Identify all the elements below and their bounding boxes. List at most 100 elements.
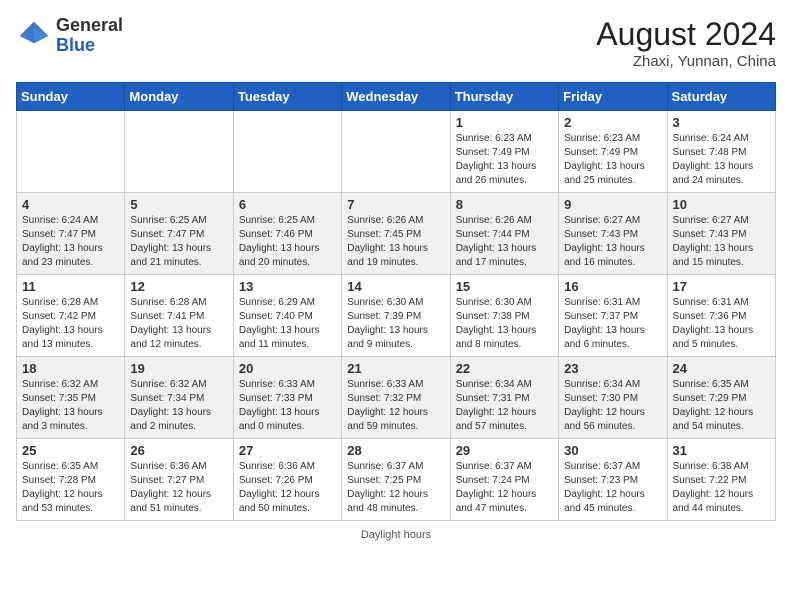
day-info: Sunrise: 6:24 AM Sunset: 7:47 PM Dayligh…	[22, 214, 119, 270]
day-info: Sunrise: 6:33 AM Sunset: 7:33 PM Dayligh…	[239, 378, 336, 434]
calendar-cell: 14 Sunrise: 6:30 AM Sunset: 7:39 PM Dayli…	[342, 275, 450, 357]
day-number: 25	[22, 443, 119, 458]
logo-general: General	[56, 15, 123, 35]
day-number: 5	[130, 197, 227, 212]
logo: General Blue	[16, 16, 123, 56]
day-number: 11	[22, 279, 119, 294]
calendar-cell: 29 Sunrise: 6:37 AM Sunset: 7:24 PM Dayli…	[450, 439, 558, 521]
calendar-cell	[342, 111, 450, 193]
day-number: 30	[564, 443, 661, 458]
calendar-cell: 27 Sunrise: 6:36 AM Sunset: 7:26 PM Dayli…	[233, 439, 341, 521]
day-number: 31	[673, 443, 770, 458]
day-number: 22	[456, 361, 553, 376]
calendar-cell	[17, 111, 125, 193]
day-number: 19	[130, 361, 227, 376]
calendar-cell: 25 Sunrise: 6:35 AM Sunset: 7:28 PM Dayli…	[17, 439, 125, 521]
day-info: Sunrise: 6:38 AM Sunset: 7:22 PM Dayligh…	[673, 460, 770, 516]
calendar-header-row: SundayMondayTuesdayWednesdayThursdayFrid…	[17, 83, 776, 111]
day-info: Sunrise: 6:37 AM Sunset: 7:23 PM Dayligh…	[564, 460, 661, 516]
calendar-cell: 6Sunrise: 6:25 AM Sunset: 7:46 PM Daylig…	[233, 193, 341, 275]
calendar-cell: 1 Sunrise: 6:23 AM Sunset: 7:49 PM Daylig…	[450, 111, 558, 193]
day-info: Sunrise: 6:27 AM Sunset: 7:43 PM Dayligh…	[673, 214, 770, 270]
calendar-cell: 24Sunrise: 6:35 AM Sunset: 7:29 PM Dayli…	[667, 357, 775, 439]
calendar-table: SundayMondayTuesdayWednesdayThursdayFrid…	[16, 82, 776, 521]
calendar-cell: 13Sunrise: 6:29 AM Sunset: 7:40 PM Dayli…	[233, 275, 341, 357]
day-number: 15	[456, 279, 553, 294]
calendar-cell: 7Sunrise: 6:26 AM Sunset: 7:45 PM Daylig…	[342, 193, 450, 275]
day-number: 12	[130, 279, 227, 294]
calendar-week-row: 25 Sunrise: 6:35 AM Sunset: 7:28 PM Dayli…	[17, 439, 776, 521]
day-number: 1	[456, 115, 553, 130]
calendar-cell: 10Sunrise: 6:27 AM Sunset: 7:43 PM Dayli…	[667, 193, 775, 275]
calendar-cell: 20 Sunrise: 6:33 AM Sunset: 7:33 PM Dayli…	[233, 357, 341, 439]
calendar-cell: 9Sunrise: 6:27 AM Sunset: 7:43 PM Daylig…	[559, 193, 667, 275]
calendar-cell: 8Sunrise: 6:26 AM Sunset: 7:44 PM Daylig…	[450, 193, 558, 275]
day-number: 23	[564, 361, 661, 376]
calendar-cell: 21 Sunrise: 6:33 AM Sunset: 7:32 PM Dayli…	[342, 357, 450, 439]
column-header-sunday: Sunday	[17, 83, 125, 111]
calendar-cell: 28Sunrise: 6:37 AM Sunset: 7:25 PM Dayli…	[342, 439, 450, 521]
calendar-cell: 23 Sunrise: 6:34 AM Sunset: 7:30 PM Dayli…	[559, 357, 667, 439]
month-year: August 2024	[596, 16, 776, 53]
day-number: 20	[239, 361, 336, 376]
day-info: Sunrise: 6:27 AM Sunset: 7:43 PM Dayligh…	[564, 214, 661, 270]
day-info: Sunrise: 6:34 AM Sunset: 7:30 PM Dayligh…	[564, 378, 661, 434]
day-info: Sunrise: 6:31 AM Sunset: 7:36 PM Dayligh…	[673, 296, 770, 352]
calendar-cell: 19 Sunrise: 6:32 AM Sunset: 7:34 PM Dayli…	[125, 357, 233, 439]
calendar-cell: 22Sunrise: 6:34 AM Sunset: 7:31 PM Dayli…	[450, 357, 558, 439]
title-block: August 2024 Zhaxi, Yunnan, China	[596, 16, 776, 70]
column-header-wednesday: Wednesday	[342, 83, 450, 111]
day-number: 6	[239, 197, 336, 212]
calendar-cell: 3Sunrise: 6:24 AM Sunset: 7:48 PM Daylig…	[667, 111, 775, 193]
calendar-week-row: 18Sunrise: 6:32 AM Sunset: 7:35 PM Dayli…	[17, 357, 776, 439]
day-number: 14	[347, 279, 444, 294]
day-info: Sunrise: 6:28 AM Sunset: 7:42 PM Dayligh…	[22, 296, 119, 352]
calendar-cell: 4 Sunrise: 6:24 AM Sunset: 7:47 PM Daylig…	[17, 193, 125, 275]
day-info: Sunrise: 6:37 AM Sunset: 7:24 PM Dayligh…	[456, 460, 553, 516]
day-info: Sunrise: 6:30 AM Sunset: 7:38 PM Dayligh…	[456, 296, 553, 352]
day-info: Sunrise: 6:28 AM Sunset: 7:41 PM Dayligh…	[130, 296, 227, 352]
day-number: 3	[673, 115, 770, 130]
calendar-cell: 16Sunrise: 6:31 AM Sunset: 7:37 PM Dayli…	[559, 275, 667, 357]
day-info: Sunrise: 6:35 AM Sunset: 7:29 PM Dayligh…	[673, 378, 770, 434]
calendar-cell: 17 Sunrise: 6:31 AM Sunset: 7:36 PM Dayli…	[667, 275, 775, 357]
calendar-cell: 15 Sunrise: 6:30 AM Sunset: 7:38 PM Dayli…	[450, 275, 558, 357]
calendar-cell: 5 Sunrise: 6:25 AM Sunset: 7:47 PM Daylig…	[125, 193, 233, 275]
day-info: Sunrise: 6:30 AM Sunset: 7:39 PM Dayligh…	[347, 296, 444, 352]
day-info: Sunrise: 6:23 AM Sunset: 7:49 PM Dayligh…	[564, 132, 661, 188]
day-number: 26	[130, 443, 227, 458]
day-info: Sunrise: 6:35 AM Sunset: 7:28 PM Dayligh…	[22, 460, 119, 516]
logo-text: General Blue	[56, 16, 123, 56]
column-header-thursday: Thursday	[450, 83, 558, 111]
day-number: 2	[564, 115, 661, 130]
day-info: Sunrise: 6:23 AM Sunset: 7:49 PM Dayligh…	[456, 132, 553, 188]
day-info: Sunrise: 6:32 AM Sunset: 7:34 PM Dayligh…	[130, 378, 227, 434]
day-number: 13	[239, 279, 336, 294]
day-info: Sunrise: 6:36 AM Sunset: 7:26 PM Dayligh…	[239, 460, 336, 516]
day-number: 16	[564, 279, 661, 294]
calendar-cell: 12 Sunrise: 6:28 AM Sunset: 7:41 PM Dayli…	[125, 275, 233, 357]
calendar-week-row: 11 Sunrise: 6:28 AM Sunset: 7:42 PM Dayli…	[17, 275, 776, 357]
day-number: 21	[347, 361, 444, 376]
calendar-cell: 18Sunrise: 6:32 AM Sunset: 7:35 PM Dayli…	[17, 357, 125, 439]
calendar-week-row: 4 Sunrise: 6:24 AM Sunset: 7:47 PM Daylig…	[17, 193, 776, 275]
calendar-cell	[233, 111, 341, 193]
logo-icon	[16, 18, 52, 54]
logo-blue: Blue	[56, 35, 95, 55]
day-number: 29	[456, 443, 553, 458]
day-info: Sunrise: 6:26 AM Sunset: 7:44 PM Dayligh…	[456, 214, 553, 270]
day-info: Sunrise: 6:26 AM Sunset: 7:45 PM Dayligh…	[347, 214, 444, 270]
calendar-cell: 30 Sunrise: 6:37 AM Sunset: 7:23 PM Dayli…	[559, 439, 667, 521]
day-number: 18	[22, 361, 119, 376]
column-header-friday: Friday	[559, 83, 667, 111]
column-header-tuesday: Tuesday	[233, 83, 341, 111]
calendar-cell: 31 Sunrise: 6:38 AM Sunset: 7:22 PM Dayli…	[667, 439, 775, 521]
day-info: Sunrise: 6:33 AM Sunset: 7:32 PM Dayligh…	[347, 378, 444, 434]
calendar-cell	[125, 111, 233, 193]
day-info: Sunrise: 6:37 AM Sunset: 7:25 PM Dayligh…	[347, 460, 444, 516]
day-number: 17	[673, 279, 770, 294]
day-number: 27	[239, 443, 336, 458]
day-info: Sunrise: 6:36 AM Sunset: 7:27 PM Dayligh…	[130, 460, 227, 516]
day-number: 4	[22, 197, 119, 212]
day-info: Sunrise: 6:25 AM Sunset: 7:47 PM Dayligh…	[130, 214, 227, 270]
